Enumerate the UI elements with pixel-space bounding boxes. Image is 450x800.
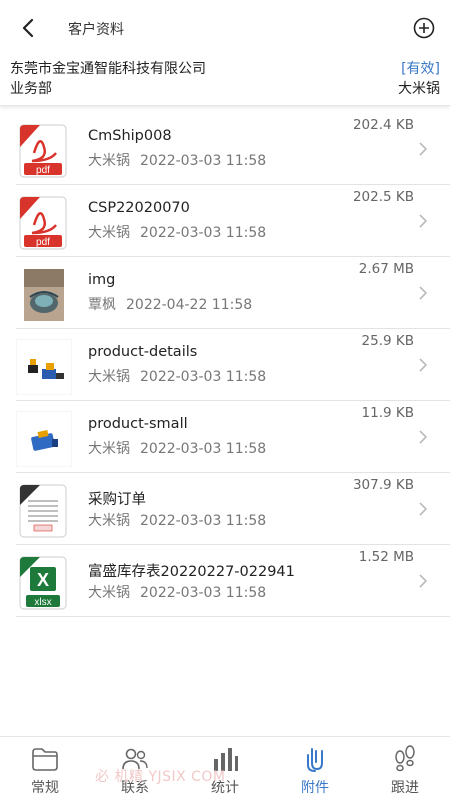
chevron-right-icon bbox=[419, 142, 428, 156]
file-meta: 覃枫 2022-04-22 11:58 bbox=[88, 294, 252, 314]
file-size: 2.67 MB bbox=[358, 261, 414, 277]
image-thumbnail bbox=[15, 410, 73, 468]
back-button[interactable] bbox=[14, 14, 42, 42]
department-label: 业务部 bbox=[10, 81, 52, 97]
tab-general[interactable]: 常规 bbox=[0, 737, 90, 800]
image-thumbnail bbox=[16, 267, 72, 323]
file-size: 202.4 KB bbox=[352, 117, 414, 133]
folder-icon bbox=[32, 748, 58, 771]
file-meta: 大米锅 2022-03-03 11:58 bbox=[88, 510, 266, 530]
tab-label: 统计 bbox=[211, 780, 239, 796]
tab-label: 附件 bbox=[301, 780, 329, 796]
list-item[interactable]: X xlsx 富盛库存表20220227-022941 大米锅 2022-03-0… bbox=[16, 545, 450, 617]
file-size: 202.5 KB bbox=[352, 189, 414, 205]
file-owner: 大米锅 bbox=[88, 585, 130, 601]
chevron-right-icon bbox=[419, 574, 428, 588]
list-item[interactable]: product-details 大米锅 2022-03-03 11:58 25.9… bbox=[15, 329, 450, 401]
file-name: CmShip008 bbox=[88, 128, 172, 144]
plus-circle-icon bbox=[413, 17, 435, 39]
file-name: product-small bbox=[88, 416, 188, 432]
footprints-icon bbox=[395, 745, 415, 772]
file-name: CSP22020070 bbox=[88, 200, 190, 216]
list-item[interactable]: img 覃枫 2022-04-22 11:58 2.67 MB bbox=[16, 257, 450, 329]
tab-label: 常规 bbox=[31, 780, 59, 796]
file-name: product-details bbox=[88, 344, 198, 360]
file-size: 1.52 MB bbox=[358, 549, 414, 565]
file-date: 2022-03-03 11:58 bbox=[140, 513, 267, 529]
tab-attachments[interactable]: 附件 bbox=[270, 737, 360, 800]
file-name: img bbox=[88, 272, 116, 288]
file-meta: 大米锅 2022-03-03 11:58 bbox=[88, 582, 266, 602]
file-date: 2022-03-03 11:58 bbox=[140, 225, 267, 241]
file-size: 25.9 KB bbox=[361, 333, 414, 349]
svg-text:xlsx: xlsx bbox=[34, 597, 51, 608]
pdf-file-icon: pdf bbox=[16, 195, 72, 251]
file-meta: 大米锅 2022-03-03 11:58 bbox=[88, 222, 266, 242]
file-size: 307.9 KB bbox=[352, 477, 414, 493]
paperclip-icon bbox=[307, 748, 323, 772]
pdf-file-icon: pdf bbox=[16, 123, 72, 179]
company-name: 东莞市金宝通智能科技有限公司 bbox=[10, 61, 206, 77]
chevron-right-icon bbox=[419, 358, 428, 372]
tab-statistics[interactable]: 统计 bbox=[180, 737, 270, 800]
svg-text:pdf: pdf bbox=[36, 165, 50, 176]
chevron-right-icon bbox=[419, 502, 428, 516]
file-size: 11.9 KB bbox=[361, 405, 414, 421]
file-meta: 大米锅 2022-03-03 11:58 bbox=[88, 366, 266, 386]
owner-label: 大米锅 bbox=[398, 81, 440, 97]
page-title: 客户资料 bbox=[68, 22, 124, 38]
file-meta: 大米锅 2022-03-03 11:58 bbox=[88, 150, 266, 170]
bar-chart-icon bbox=[214, 748, 238, 771]
file-owner: 大米锅 bbox=[88, 369, 130, 385]
tab-contacts[interactable]: 联系 bbox=[90, 737, 180, 800]
tab-label: 跟进 bbox=[391, 780, 419, 796]
document-file-icon bbox=[16, 483, 72, 539]
chevron-right-icon bbox=[419, 214, 428, 228]
file-owner: 覃枫 bbox=[88, 297, 116, 313]
file-date: 2022-04-22 11:58 bbox=[126, 297, 253, 313]
status-badge: [有效] bbox=[401, 61, 440, 77]
file-owner: 大米锅 bbox=[88, 153, 130, 169]
excel-file-icon: X xlsx bbox=[16, 555, 72, 611]
file-owner: 大米锅 bbox=[88, 513, 130, 529]
image-thumbnail bbox=[15, 338, 73, 396]
bottom-tab-bar: 常规 联系 统计 附件 跟进 bbox=[0, 736, 450, 800]
list-item[interactable]: product-small 大米锅 2022-03-03 11:58 11.9 K… bbox=[15, 401, 450, 473]
file-name: 富盛库存表20220227-022941 bbox=[88, 564, 295, 580]
chevron-right-icon bbox=[419, 430, 428, 444]
top-bar: 客户资料 bbox=[0, 0, 450, 56]
add-button[interactable] bbox=[412, 16, 436, 40]
list-item[interactable]: 采购订单 大米锅 2022-03-03 11:58 307.9 KB bbox=[16, 473, 450, 545]
file-date: 2022-03-03 11:58 bbox=[140, 585, 267, 601]
svg-text:pdf: pdf bbox=[36, 237, 50, 248]
company-header: 东莞市金宝通智能科技有限公司 [有效] 业务部 大米锅 bbox=[0, 56, 450, 106]
list-item[interactable]: pdf CmShip008 大米锅 2022-03-03 11:58 202.4 … bbox=[16, 113, 450, 185]
file-owner: 大米锅 bbox=[88, 441, 130, 457]
file-date: 2022-03-03 11:58 bbox=[140, 441, 267, 457]
tab-label: 联系 bbox=[121, 780, 149, 796]
svg-text:X: X bbox=[37, 570, 49, 590]
file-name: 采购订单 bbox=[88, 492, 146, 508]
list-item[interactable]: pdf CSP22020070 大米锅 2022-03-03 11:58 202.… bbox=[16, 185, 450, 257]
back-arrow-icon bbox=[22, 18, 34, 38]
file-meta: 大米锅 2022-03-03 11:58 bbox=[88, 438, 266, 458]
file-date: 2022-03-03 11:58 bbox=[140, 153, 267, 169]
attachment-list: pdf CmShip008 大米锅 2022-03-03 11:58 202.4 … bbox=[0, 113, 450, 617]
contacts-icon bbox=[122, 748, 148, 770]
chevron-right-icon bbox=[419, 286, 428, 300]
tab-follow-up[interactable]: 跟进 bbox=[360, 737, 450, 800]
file-date: 2022-03-03 11:58 bbox=[140, 369, 267, 385]
file-owner: 大米锅 bbox=[88, 225, 130, 241]
